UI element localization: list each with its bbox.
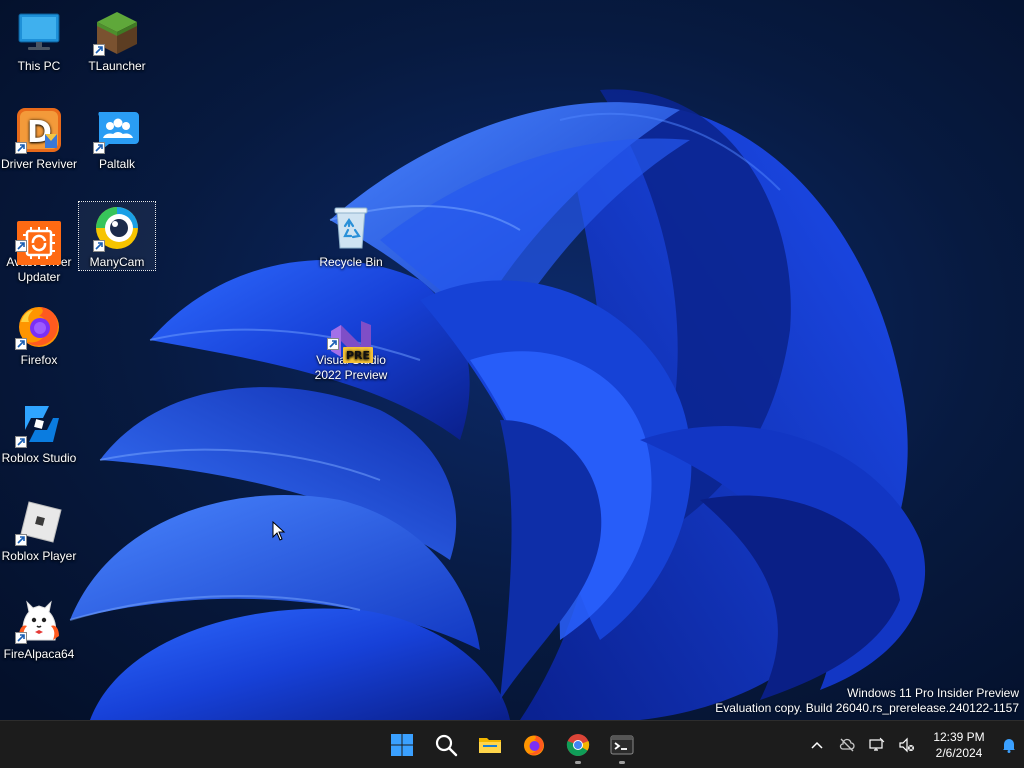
shortcut-arrow-icon (15, 240, 27, 252)
desktop-icon-driver-reviver[interactable]: D Driver Reviver (0, 106, 78, 172)
desktop-icon-paltalk[interactable]: Paltalk (78, 106, 156, 172)
taskbar-apps (380, 721, 644, 768)
shortcut-arrow-icon (15, 142, 27, 154)
firefox-icon (524, 735, 544, 756)
show-hidden-icons-button[interactable] (802, 725, 832, 765)
desktop-icon-roblox-studio[interactable]: Roblox Studio (0, 400, 78, 466)
taskbar: 12:39 PM 2/6/2024 (0, 720, 1024, 768)
speaker-muted-icon (899, 737, 914, 753)
watermark-line-2: Evaluation copy. Build 26040.rs_prerelea… (715, 701, 1019, 715)
desktop-icon-label: TLauncher (88, 59, 146, 73)
roblox-player-icon (15, 498, 63, 546)
running-indicator (619, 761, 625, 764)
desktop-icon-label: Driver Reviver (0, 157, 77, 171)
shortcut-arrow-icon (93, 240, 105, 252)
bell-icon (1003, 739, 1015, 753)
folder-icon (479, 738, 501, 753)
desktop-icon-label: Recycle Bin (319, 255, 383, 269)
shortcut-arrow-icon (327, 338, 339, 350)
desktop-icon-firefox[interactable]: Firefox (0, 302, 78, 368)
start-button[interactable] (380, 725, 424, 765)
network-button[interactable] (862, 725, 892, 765)
network-disconnected-icon (869, 737, 885, 751)
taskbar-clock[interactable]: 12:39 PM 2/6/2024 (926, 729, 992, 761)
desktop-icon-label: This PC (17, 59, 61, 73)
desktop-icon-roblox-player[interactable]: Roblox Player (0, 498, 78, 564)
desktop-icon-avast-driver-updater[interactable]: Avast Driver Updater (0, 204, 78, 285)
desktop-icon-visual-studio-preview[interactable]: PRE Visual Studio 2022 Preview (312, 302, 390, 383)
desktop-icon-label: Roblox Studio (1, 451, 77, 465)
shortcut-arrow-icon (15, 436, 27, 448)
firefox-icon (15, 302, 63, 350)
firealpaca-icon (15, 596, 63, 644)
onedrive-button[interactable] (832, 725, 862, 765)
clock-time: 12:39 PM (933, 730, 985, 744)
desktop-icon-recycle-bin[interactable]: Recycle Bin (312, 204, 390, 270)
volume-button[interactable] (892, 725, 922, 765)
shortcut-arrow-icon (15, 534, 27, 546)
running-indicator (575, 761, 581, 764)
system-tray: 12:39 PM 2/6/2024 (802, 721, 1024, 768)
mouse-cursor-icon (272, 521, 286, 541)
desktop-icon-label: FireAlpaca64 (3, 647, 75, 661)
driver-reviver-icon: D (15, 106, 63, 154)
monitor-icon (15, 8, 63, 56)
evaluation-watermark: Windows 11 Pro Insider Preview Evaluatio… (715, 686, 1019, 716)
manycam-icon (93, 204, 141, 252)
shortcut-arrow-icon (15, 632, 27, 644)
desktop-icon-label: Firefox (20, 353, 58, 367)
file-explorer-button[interactable] (468, 725, 512, 765)
clock-date: 2/6/2024 (935, 746, 983, 760)
search-button[interactable] (424, 725, 468, 765)
windows-logo-icon (391, 734, 413, 756)
pre-badge-text: PRE (346, 349, 370, 362)
roblox-studio-icon (15, 400, 63, 448)
search-icon (435, 734, 458, 757)
avast-driver-updater-icon (15, 204, 63, 265)
recycle-bin-icon (327, 204, 375, 252)
desktop-icon-label: Paltalk (98, 157, 136, 171)
desktop-icon-label: ManyCam (89, 255, 145, 269)
watermark-line-1: Windows 11 Pro Insider Preview (847, 686, 1019, 700)
terminal-taskbar-button[interactable] (600, 725, 644, 765)
terminal-icon (610, 735, 634, 755)
desktop-icon-manycam[interactable]: ManyCam (78, 201, 156, 271)
grass-block-icon (93, 8, 141, 56)
visual-studio-icon: PRE (327, 302, 375, 363)
chrome-icon (566, 734, 590, 756)
notifications-button[interactable] (994, 725, 1024, 765)
paltalk-icon (93, 106, 141, 154)
chevron-up-icon (811, 741, 823, 749)
desktop-icon-tlauncher[interactable]: TLauncher (78, 8, 156, 74)
shortcut-arrow-icon (93, 142, 105, 154)
desktop-icon-label: Roblox Player (1, 549, 77, 563)
chrome-taskbar-button[interactable] (556, 725, 600, 765)
desktop-icon-this-pc[interactable]: This PC (0, 8, 78, 74)
shortcut-arrow-icon (93, 44, 105, 56)
shortcut-arrow-icon (15, 338, 27, 350)
cloud-offline-icon (839, 738, 855, 752)
desktop-icon-firealpaca[interactable]: FireAlpaca64 (0, 596, 78, 662)
firefox-taskbar-button[interactable] (512, 725, 556, 765)
